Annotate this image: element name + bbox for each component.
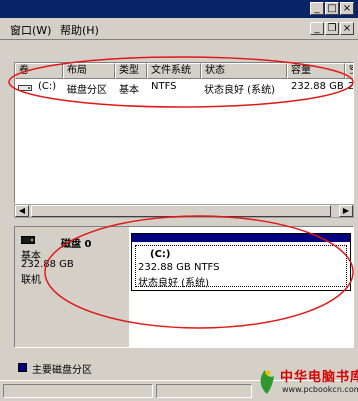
volume-layout: 磁盘分区 bbox=[67, 85, 107, 96]
mdi-close-button[interactable]: × bbox=[340, 22, 354, 35]
menu-window[interactable]: 窗口(W) bbox=[10, 22, 51, 38]
partition-name: (C:) bbox=[150, 249, 171, 260]
disk-label-panel[interactable]: 磁盘 0 基本 232.88 GB 联机 bbox=[15, 227, 129, 347]
volume-row[interactable]: (C:) 磁盘分区 基本 NTFS 状态良好 (系统) 232.88 GB 2 bbox=[15, 80, 353, 96]
column-header-status[interactable]: 状态 bbox=[201, 63, 287, 79]
scroll-left-button[interactable]: ◀ bbox=[15, 205, 29, 217]
column-header-free[interactable]: 空 bbox=[345, 63, 353, 79]
partition-color-bar bbox=[132, 234, 350, 242]
partition-block-c[interactable]: (C:) 232.88 GB NTFS 状态良好 (系统) bbox=[131, 233, 351, 291]
status-cell-1 bbox=[3, 384, 153, 398]
menubar: 窗口(W) 帮助(H) _ ❐ × bbox=[0, 18, 358, 40]
column-header-layout[interactable]: 布局 bbox=[63, 63, 115, 79]
watermark-logo-icon bbox=[260, 370, 274, 394]
disk-status: 联机 bbox=[21, 275, 41, 286]
window-titlebar: _ □ × bbox=[0, 0, 358, 18]
status-cell-2 bbox=[156, 384, 252, 398]
volume-list-scrollbar[interactable]: ◀ ▶ bbox=[14, 204, 354, 218]
mdi-minimize-button[interactable]: _ bbox=[310, 22, 324, 35]
partition-content: (C:) 232.88 GB NTFS 状态良好 (系统) bbox=[135, 245, 347, 289]
mdi-restore-button[interactable]: ❐ bbox=[325, 22, 339, 35]
volume-list-header: 卷 布局 类型 文件系统 状态 容量 空 bbox=[15, 63, 353, 79]
menu-help[interactable]: 帮助(H) bbox=[60, 22, 99, 38]
scroll-thumb[interactable] bbox=[31, 205, 331, 217]
partition-status: 状态良好 (系统) bbox=[138, 278, 209, 289]
volume-list: 卷 布局 类型 文件系统 状态 容量 空 (C:) 磁盘分区 基本 NTFS 状… bbox=[14, 62, 354, 204]
window-close-button[interactable]: × bbox=[340, 2, 354, 15]
partition-size-fs: 232.88 GB NTFS bbox=[138, 262, 220, 273]
window-minimize-button[interactable]: _ bbox=[310, 2, 324, 15]
site-watermark: 中华电脑书库 www.pcbookcn.com bbox=[256, 364, 358, 398]
legend-primary-partition-swatch bbox=[18, 363, 27, 372]
volume-free: 2 bbox=[348, 81, 354, 92]
mdi-controls: _ ❐ × bbox=[310, 22, 354, 35]
column-header-filesystem[interactable]: 文件系统 bbox=[147, 63, 201, 79]
disk-view: 磁盘 0 基本 232.88 GB 联机 (C:) 232.88 GB NTFS… bbox=[14, 226, 354, 348]
disk-size: 232.88 GB bbox=[21, 259, 74, 270]
watermark-title: 中华电脑书库 bbox=[280, 370, 358, 385]
watermark-url: www.pcbookcn.com bbox=[282, 385, 358, 394]
volume-status: 状态良好 (系统) bbox=[204, 85, 275, 96]
volume-type: 基本 bbox=[119, 85, 139, 96]
volume-capacity: 232.88 GB bbox=[291, 81, 344, 92]
column-header-capacity[interactable]: 容量 bbox=[287, 63, 345, 79]
volume-filesystem: NTFS bbox=[151, 81, 177, 92]
column-header-volume[interactable]: 卷 bbox=[15, 63, 63, 79]
legend-primary-partition-label: 主要磁盘分区 bbox=[32, 365, 92, 376]
disk-name: 磁盘 0 bbox=[61, 239, 92, 250]
volume-name: (C:) bbox=[38, 81, 57, 92]
scroll-right-button[interactable]: ▶ bbox=[339, 205, 353, 217]
window-controls: _ □ × bbox=[310, 2, 354, 15]
disk-icon bbox=[21, 236, 35, 244]
drive-icon bbox=[18, 85, 32, 91]
column-header-type[interactable]: 类型 bbox=[115, 63, 147, 79]
window-maximize-button[interactable]: □ bbox=[325, 2, 339, 15]
